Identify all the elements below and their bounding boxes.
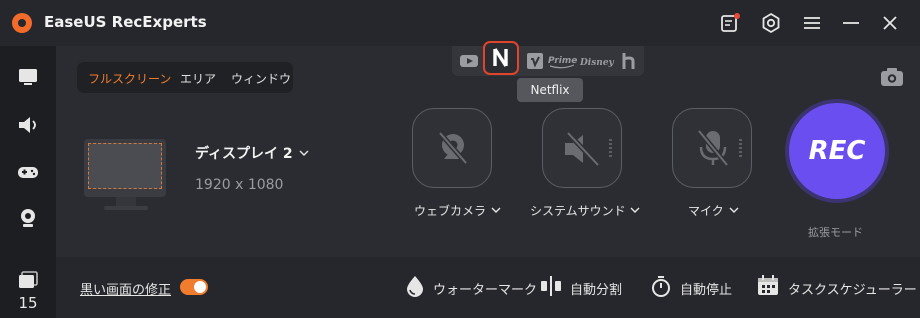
chevron-down-icon [630,207,640,213]
title-bar: EaseUS RecExperts [0,0,920,46]
auto-stop-label: 自動停止 [680,283,733,298]
speaker-off-icon [565,131,612,167]
settings-icon[interactable] [760,12,782,34]
notes-icon[interactable] [719,12,741,34]
screen-icon[interactable] [13,62,43,92]
chevron-down-icon [729,207,739,213]
chevron-down-icon [491,207,501,213]
display-select[interactable]: ディスプレイ 2 [195,143,310,163]
hulu-icon[interactable] [616,49,642,73]
sidebar: 15 [0,46,56,318]
webcam-off-icon [438,131,468,165]
system-sound-label: システムサウンド [530,204,626,218]
webcam-select[interactable]: ウェブカメラ [414,202,502,219]
watermark-icon [402,273,428,299]
system-sound-toggle-button[interactable] [542,108,622,188]
main-panel: フルスクリーン エリア ウィンドウ Prime Disney Netflix デ… [56,41,920,318]
streaming-app-strip: Prime Disney [452,46,644,76]
recordings-count: 15 [18,294,38,312]
rec-button[interactable]: REC [789,103,885,199]
enhanced-mode-link[interactable]: 拡張モード [808,224,863,240]
calendar-icon [755,273,781,299]
watermark-label: ウォーターマーク [433,283,538,298]
display-resolution: 1920 x 1080 [195,177,284,193]
mic-label: マイク [688,204,724,218]
close-icon[interactable] [879,12,901,34]
webcam-toggle-button[interactable] [412,108,492,188]
camera-icon[interactable] [878,64,906,90]
auto-split-label: 自動分割 [570,283,623,298]
svg-text:Prime: Prime [548,56,577,66]
speaker-icon[interactable] [13,110,43,140]
svg-text:Disney: Disney [579,58,615,68]
vimeo-icon[interactable] [522,49,548,73]
netflix-tooltip: Netflix [517,78,583,102]
display-screen [88,143,162,189]
black-screen-fix-link[interactable]: 黒い画面の修正 [80,279,171,298]
chevron-down-icon [299,150,309,156]
display-name-label: ディスプレイ 2 [195,146,293,162]
monitor-base [104,206,148,210]
task-scheduler-label: タスクスケジューラー [788,283,917,298]
mic-select[interactable]: マイク [688,202,740,219]
auto-split-button[interactable]: 自動分割 [538,273,630,301]
tab-fullscreen[interactable]: フルスクリーン [88,70,171,87]
netflix-icon[interactable] [483,41,519,75]
webcam-label: ウェブカメラ [414,204,487,218]
tab-area[interactable]: エリア [180,70,216,87]
system-sound-select[interactable]: システムサウンド [530,202,641,219]
display-preview[interactable] [84,139,166,197]
mic-off-icon [697,129,742,167]
webcam-icon[interactable] [13,203,43,233]
stopwatch-icon [648,273,674,299]
watermark-button[interactable]: ウォーターマーク [402,273,537,301]
mic-toggle-button[interactable] [672,108,752,188]
disney-icon[interactable]: Disney [578,49,616,73]
minimize-icon[interactable] [840,12,862,34]
app-logo-icon [12,13,32,33]
menu-icon[interactable] [801,12,823,34]
gamepad-icon[interactable] [13,157,43,187]
bottom-toolbar: 黒い画面の修正 ウォーターマーク 自動分割 自動停止 タスクスケジューラー [56,257,920,318]
youtube-icon[interactable] [456,49,482,73]
split-icon [538,273,564,299]
app-title: EaseUS RecExperts [44,13,207,31]
mode-tabs: フルスクリーン エリア ウィンドウ [77,62,293,93]
task-scheduler-button[interactable]: タスクスケジューラー [755,273,917,301]
black-screen-fix-toggle[interactable] [180,279,208,295]
tab-window[interactable]: ウィンドウ [231,70,291,87]
auto-stop-button[interactable]: 自動停止 [648,273,740,301]
prime-icon[interactable]: Prime [546,49,580,73]
recordings-icon[interactable] [13,266,43,296]
